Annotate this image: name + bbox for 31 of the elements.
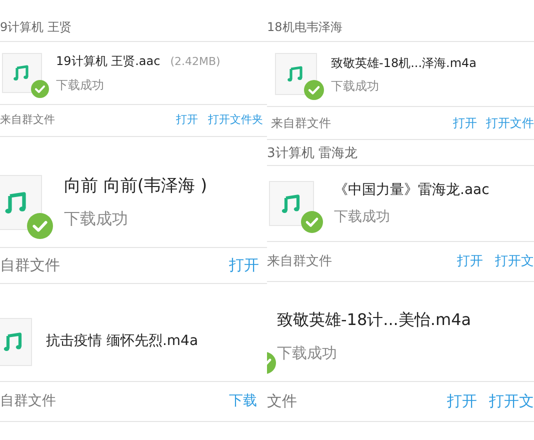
sender-name: 3计算机 雷海龙 xyxy=(267,144,358,162)
action-link[interactable]: 打开文 xyxy=(495,252,534,272)
download-status: 下载成功 xyxy=(334,208,391,226)
file-source: 来自群文件 xyxy=(271,115,331,132)
download-status: 下载成功 xyxy=(64,208,129,230)
action-link[interactable]: 打开文件夹 xyxy=(208,112,263,129)
file-source: 来自群文件 xyxy=(267,252,332,271)
action-link[interactable]: 打开 xyxy=(453,114,477,132)
sender-name: 18机电韦泽海 xyxy=(267,19,342,36)
action-link[interactable]: 打开文 xyxy=(489,390,534,413)
file-name: 向前 向前(韦泽海 ) xyxy=(64,174,208,198)
action-link[interactable]: 打开 xyxy=(229,254,259,277)
file-source: 自群文件 xyxy=(0,392,56,411)
file-source: 文件 xyxy=(267,391,297,412)
action-link[interactable]: 打开 xyxy=(447,390,477,413)
file-source: 来自群文件 xyxy=(0,112,55,128)
file-name: 致敬英雄-18计...美怡.m4a xyxy=(277,309,472,332)
sender-name: 9计算机 王贤 xyxy=(0,19,72,36)
download-status: 下载成功 xyxy=(56,76,105,94)
file-source: 自群文件 xyxy=(0,255,60,276)
download-status: 下载成功 xyxy=(277,343,338,364)
action-link[interactable]: 打开文件 xyxy=(486,114,534,132)
file-name: 致敬英雄-18机...泽海.m4a xyxy=(331,54,477,72)
action-link[interactable]: 下载 xyxy=(229,391,257,412)
download-status: 下载成功 xyxy=(331,78,380,94)
action-link[interactable]: 打开 xyxy=(176,112,198,129)
file-name: 抗击疫情 缅怀先烈.m4a xyxy=(46,332,198,351)
file-size: (2.42MB) xyxy=(170,54,220,70)
action-link[interactable]: 打开 xyxy=(457,252,483,272)
file-name: 19计算机 王贤.aac xyxy=(56,53,160,70)
file-name: 《中国力量》雷海龙.aac xyxy=(334,180,490,200)
